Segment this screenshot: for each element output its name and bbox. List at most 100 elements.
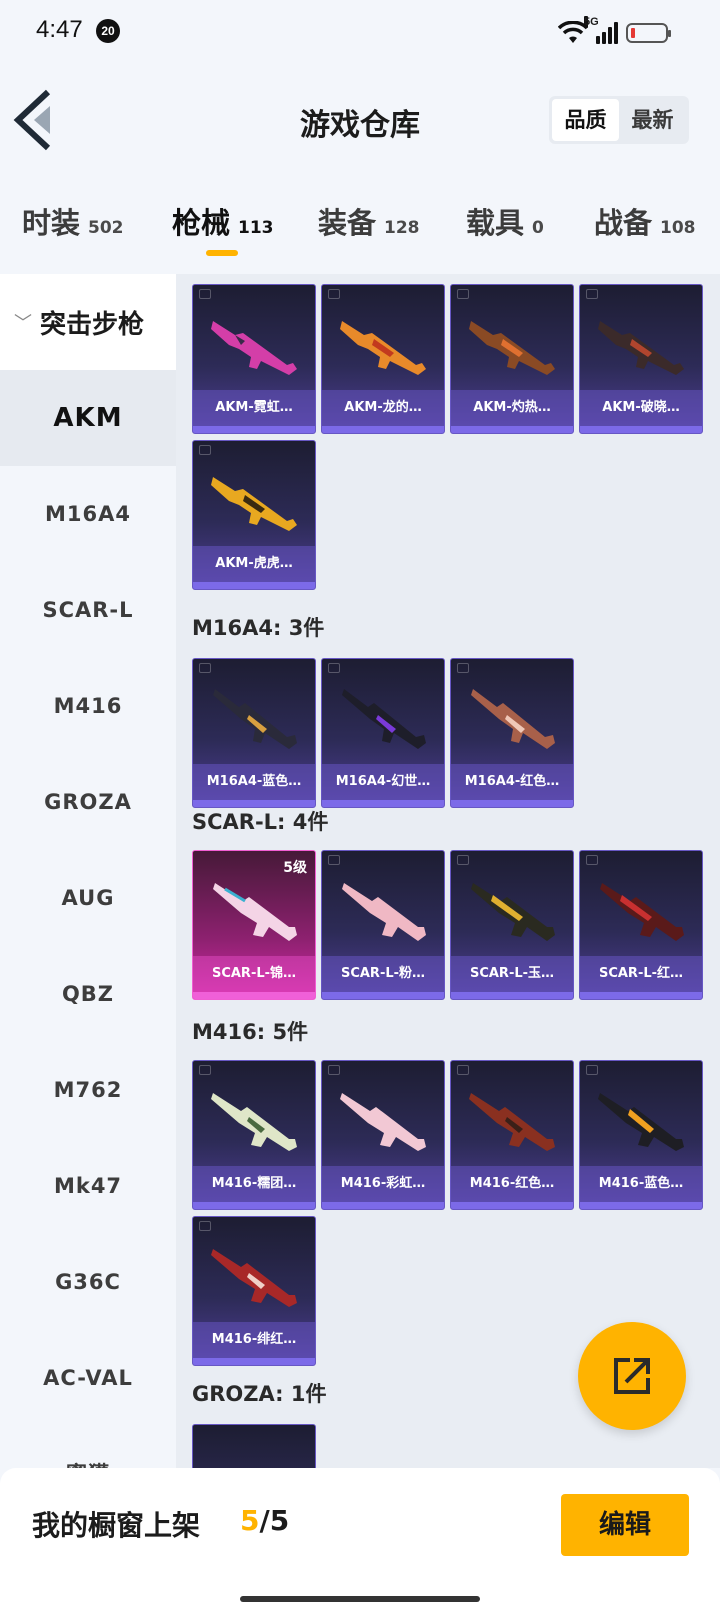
skin-name: M416-彩虹… [322,1166,444,1202]
card-corner-mark [586,1065,598,1075]
card-bottom-bar [322,426,444,433]
card-corner-mark [199,1221,211,1231]
tab-label: 载具 [466,206,525,240]
skin-card[interactable]: M16A4-幻世… [321,658,445,808]
tab-outfits[interactable]: 时装 502 [22,200,124,250]
rifle-icon [469,1093,555,1151]
tab-equipment[interactable]: 装备 128 [318,200,420,250]
sort-toggle: 品质 最新 [549,96,689,144]
skin-card[interactable]: M416-彩虹… [321,1060,445,1210]
skin-card[interactable]: M16A4-蓝色… [192,658,316,808]
battery-icon [626,23,671,43]
card-corner-mark [199,289,211,299]
active-tab-indicator [206,250,238,256]
skin-card[interactable]: SCAR-L-玉… [450,850,574,1000]
sidebar-item-scar-l[interactable]: SCAR-L [0,562,176,658]
card-corner-mark [328,855,340,865]
card-bottom-bar [193,582,315,589]
sidebar-item-ac-val[interactable]: AC-VAL [0,1330,176,1426]
skin-name: SCAR-L-粉… [322,956,444,992]
skin-card[interactable]: AKM-灼热… [450,284,574,434]
status-bar: 4:47 20 5G [0,0,720,64]
sort-newest-button[interactable]: 最新 [619,99,686,141]
skin-card[interactable]: M416-绯红… [192,1216,316,1366]
skin-card[interactable]: SCAR-L-红… [579,850,703,1000]
sidebar-item-g36c[interactable]: G36C [0,1234,176,1330]
rifle-icon [211,321,297,375]
skin-card[interactable]: M416-蓝色… [579,1060,703,1210]
card-bottom-bar [322,1202,444,1209]
notification-badge: 20 [96,19,120,43]
status-icons: 5G [558,16,671,48]
share-fab[interactable] [578,1322,686,1430]
rifle-icon [471,689,555,749]
skin-card[interactable] [192,1424,316,1468]
rifle-icon [340,1093,426,1151]
share-icon [614,1358,650,1394]
tab-vehicles[interactable]: 载具 0 [466,200,544,250]
category-tabs: 时装 502 枪械 113 装备 128 载具 0 战备 108 [0,192,720,262]
sidebar-item-m762[interactable]: M762 [0,1042,176,1138]
showcase-count: 5/5 [240,1504,289,1537]
sidebar-group-header[interactable]: ﹀ 突击步枪 [0,274,176,370]
sidebar-item-mk47[interactable]: Mk47 [0,1138,176,1234]
showcase-bar: 我的橱窗上架 5/5 编辑 [0,1468,720,1612]
skin-name: SCAR-L-锦… [193,956,315,992]
sidebar-item-qbz[interactable]: QBZ [0,946,176,1042]
card-bottom-bar [580,426,702,433]
tab-count: 0 [532,218,544,238]
rifle-icon [213,689,297,749]
tab-supplies[interactable]: 战备 108 [594,200,696,250]
skin-card[interactable]: SCAR-L-粉… [321,850,445,1000]
tab-label: 时装 [22,206,81,240]
home-indicator[interactable] [240,1596,480,1602]
card-bottom-bar [451,1202,573,1209]
rifle-icon [469,321,555,375]
skin-card[interactable]: M16A4-红色… [450,658,574,808]
skin-card[interactable]: AKM-破晓… [579,284,703,434]
tab-guns[interactable]: 枪械 113 [172,200,274,250]
skin-card[interactable]: AKM-龙的… [321,284,445,434]
skin-grid: AKM-霓虹… AKM-龙的… AKM-灼热… AKM-破晓… AKM-虎虎… … [176,274,720,1468]
rifle-icon [211,1093,297,1151]
sidebar-item-groza[interactable]: GROZA [0,754,176,850]
showcase-label: 我的橱窗上架 [32,1509,201,1542]
skin-name: AKM-灼热… [451,390,573,426]
card-corner-mark [586,855,598,865]
sidebar-item-honey-badger[interactable]: 蜜獾 [0,1426,176,1468]
card-bottom-bar [451,426,573,433]
skin-name: AKM-霓虹… [193,390,315,426]
tab-count: 113 [238,218,274,238]
showcase-count-current: 5 [240,1504,260,1537]
card-corner-mark [586,289,598,299]
tab-label: 装备 [318,206,377,240]
skin-card-featured[interactable]: 5级 SCAR-L-锦… [192,850,316,1000]
rifle-icon [598,321,684,375]
skin-card[interactable]: M416-红色… [450,1060,574,1210]
skin-name: M16A4-幻世… [322,764,444,800]
card-corner-mark [328,663,340,673]
skin-name: M416-糯团… [193,1166,315,1202]
rifle-icon [340,321,426,375]
skin-card[interactable]: M416-糯团… [192,1060,316,1210]
card-bottom-bar [193,1358,315,1365]
skin-card[interactable]: AKM-霓虹… [192,284,316,434]
skin-name: AKM-虎虎… [193,546,315,582]
sidebar-item-m416[interactable]: M416 [0,658,176,754]
sidebar-item-aug[interactable]: AUG [0,850,176,946]
card-bottom-bar [580,992,702,999]
skin-name: M16A4-蓝色… [193,764,315,800]
skin-name: SCAR-L-红… [580,956,702,992]
edit-button[interactable]: 编辑 [561,1494,689,1556]
sidebar-item-akm[interactable]: AKM [0,370,176,466]
chevron-down-icon: ﹀ [14,313,32,334]
skin-card[interactable]: AKM-虎虎… [192,440,316,590]
sidebar-item-m16a4[interactable]: M16A4 [0,466,176,562]
top-nav: 游戏仓库 品质 最新 [0,80,720,160]
skin-name: M16A4-红色… [451,764,573,800]
card-bottom-bar [193,1202,315,1209]
card-bottom-bar [580,1202,702,1209]
sort-quality-button[interactable]: 品质 [552,99,619,141]
card-corner-mark [328,1065,340,1075]
card-corner-mark [457,663,469,673]
